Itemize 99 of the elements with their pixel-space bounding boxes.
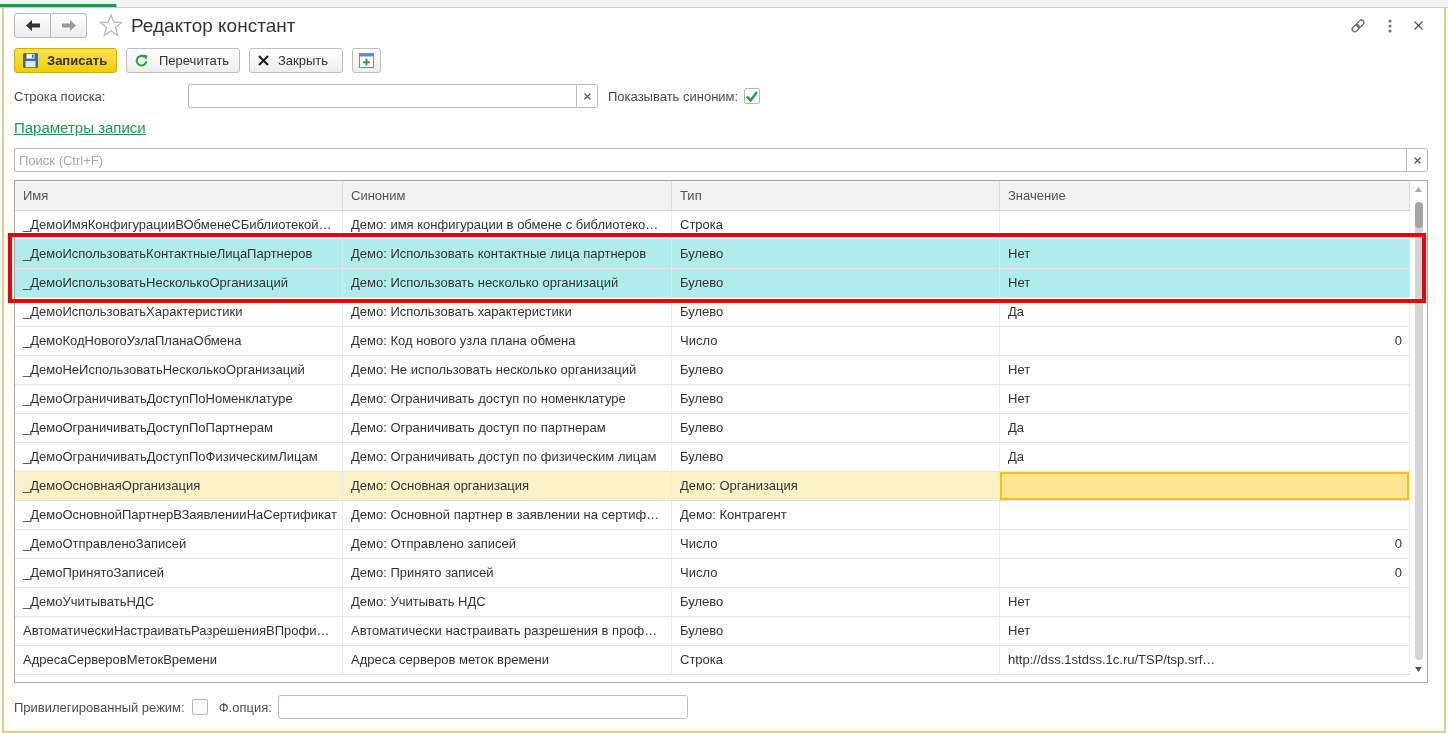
table-cell: Демо: Использовать несколько организаций <box>343 269 672 297</box>
table-cell: Демо: Контрагент <box>672 501 1000 529</box>
table-cell: Число <box>672 327 1000 355</box>
table-row[interactable]: _ДемоИспользоватьНесколькоОрганизаций Демо: Использовать несколько организаций Булево Нет <box>15 269 1410 298</box>
table-cell: _ДемоИспользоватьНесколькоОрганизаций <box>15 269 343 297</box>
table-cell: _ДемоОграничиватьДоступПоПартнерам <box>15 414 343 442</box>
clear-icon <box>1413 156 1421 164</box>
table-cell: Автоматически настраивать разрешения в проф… <box>343 617 672 645</box>
scroll-up-arrow-icon[interactable] <box>1415 187 1422 192</box>
privileged-mode-checkbox[interactable] <box>191 699 208 715</box>
close-button[interactable]: Закрыть <box>249 48 343 73</box>
table-row[interactable]: _ДемоНеИспользоватьНесколькоОрганизаций Демо: Не использовать несколько организаций Булево Нет <box>15 356 1410 385</box>
table-cell: _ДемоОграничиватьДоступПоФизическимЛицам <box>15 443 343 471</box>
functional-option-label: Ф.опция: <box>218 699 272 715</box>
table-row[interactable]: _ДемоИспользоватьКонтактныеЛицаПартнеров Демо: Использовать контактные лица партнеров Булево Нет <box>15 240 1410 269</box>
table-cell: Демо: Основной партнер в заявлении на сертиф… <box>343 501 672 529</box>
table-cell: Булево <box>672 443 1000 471</box>
table-cell: Демо: Ограничивать доступ по физическим лицам <box>343 443 672 471</box>
table-cell: Строка <box>672 646 1000 674</box>
table-row[interactable]: _ДемоОграничиватьДоступПоФизическимЛицам Демо: Ограничивать доступ по физическим лицам Булево Да <box>15 443 1410 472</box>
window-plus-icon <box>359 53 374 68</box>
table-row[interactable]: _ДемоОсновнойПартнерВЗаявленииНаСертификат Демо: Основной партнер в заявлении на сертиф… Демо: Контрагент <box>15 501 1410 530</box>
table-cell: Адреса серверов меток времени <box>343 646 672 674</box>
table-row[interactable]: _ДемоОграничиватьДоступПоПартнерам Демо: Ограничивать доступ по партнерам Булево Да <box>15 414 1410 443</box>
table-cell: _ДемоУчитыватьНДС <box>15 588 343 616</box>
table-cell: _ДемоОсновнаяОрганизация <box>15 472 343 500</box>
table-row[interactable]: _ДемоОтправленоЗаписей Демо: Отправлено записей Число 0 <box>15 530 1410 559</box>
reload-button[interactable]: Перечитать <box>126 48 240 73</box>
table-row[interactable]: _ДемоКодНовогоУзлаПланаОбмена Демо: Код нового узла плана обмена Число 0 <box>15 327 1410 356</box>
table-cell: _ДемоИспользоватьХарактеристики <box>15 298 343 326</box>
table-cell: _ДемоОтправленоЗаписей <box>15 530 343 558</box>
privileged-mode-label: Привилегированный режим: <box>14 699 185 715</box>
save-button[interactable]: Записать <box>14 48 117 73</box>
table-cell: Булево <box>672 617 1000 645</box>
close-icon <box>258 55 269 66</box>
table-cell: _ДемоИспользоватьКонтактныеЛицаПартнеров <box>15 240 343 268</box>
table-cell: Демо: Использовать контактные лица партнеров <box>343 240 672 268</box>
table-cell: Демо: имя конфигурации в обмене с библиотеко… <box>343 211 672 239</box>
table-cell: Булево <box>672 298 1000 326</box>
table-row[interactable]: _ДемоУчитыватьНДС Демо: Учитывать НДС Булево Нет <box>15 588 1410 617</box>
table-cell: Демо: Учитывать НДС <box>343 588 672 616</box>
table-row[interactable]: АдресаСерверовМетокВремени Адреса серверов меток времени Строка http://dss.1stdss.1c.ru/TSP/tsp.srf… <box>15 646 1410 675</box>
table-cell: Демо: Ограничивать доступ по партнерам <box>343 414 672 442</box>
star-icon[interactable] <box>99 14 123 37</box>
refresh-icon <box>135 54 148 67</box>
table-cell: _ДемоИмяКонфигурацииВОбменеСБиблиотекой… <box>15 211 343 239</box>
table-cell: Демо: Основная организация <box>343 472 672 500</box>
table-cell: Булево <box>672 356 1000 384</box>
table-cell: _ДемоНеИспользоватьНесколькоОрганизаций <box>15 356 343 384</box>
tick-icon <box>746 90 759 102</box>
show-synonym-label: Показывать синоним: <box>608 88 739 104</box>
column-header[interactable]: Синоним <box>343 181 672 210</box>
right-arrow-icon <box>61 20 76 31</box>
table-row[interactable]: _ДемоОграничиватьДоступПоНоменклатуре Демо: Ограничивать доступ по номенклатуре Булево Нет <box>15 385 1410 414</box>
scroll-down-arrow-icon[interactable] <box>1415 667 1422 672</box>
table-cell: Число <box>672 559 1000 587</box>
active-cell[interactable] <box>1000 472 1409 500</box>
table-row[interactable]: АвтоматическиНастраиватьРазрешенияВПрофи… Автоматически настраивать разрешения в проф… Булево Нет <box>15 617 1410 646</box>
table-row[interactable]: _ДемоОсновнаяОрганизация Демо: Основная организация Демо: Организация <box>15 472 1410 501</box>
record-parameters-link[interactable]: Параметры записи <box>14 119 146 136</box>
table-cell: _ДемоПринятоЗаписей <box>15 559 343 587</box>
left-arrow-icon <box>25 20 40 31</box>
table-cell: Булево <box>672 385 1000 413</box>
clear-button[interactable] <box>576 84 598 108</box>
table-cell: Демо: Отправлено записей <box>343 530 672 558</box>
table-cell: Булево <box>672 240 1000 268</box>
more-icon[interactable] <box>1388 18 1392 33</box>
window-title: Редактор констант <box>131 14 296 37</box>
column-header[interactable]: Тип <box>672 181 1000 210</box>
table-cell: _ДемоОсновнойПартнерВЗаявленииНаСертификат <box>15 501 343 529</box>
clear-icon <box>583 92 591 100</box>
table-cell: _ДемоКодНовогоУзлаПланаОбмена <box>15 327 343 355</box>
table-search-field[interactable]: Поиск (Ctrl+F) <box>14 148 1406 172</box>
table-cell: АдресаСерверовМетокВремени <box>15 646 343 674</box>
table-cell: Демо: Код нового узла плана обмена <box>343 327 672 355</box>
table-cell: Демо: Не использовать несколько организаций <box>343 356 672 384</box>
search-line-label: Строка поиска: <box>14 88 107 104</box>
table-row[interactable]: _ДемоПринятоЗаписей Демо: Принято записей Число 0 <box>15 559 1410 588</box>
table-cell: Булево <box>672 414 1000 442</box>
table-cell: Демо: Ограничивать доступ по номенклатуре <box>343 385 672 413</box>
link-icon[interactable] <box>1350 17 1366 34</box>
table-cell: Демо: Использовать характеристики <box>343 298 672 326</box>
close-icon[interactable] <box>1414 21 1423 30</box>
new-window-button[interactable] <box>352 48 381 73</box>
table-cell: Число <box>672 530 1000 558</box>
table-cell: Булево <box>672 269 1000 297</box>
clear-button[interactable] <box>1406 148 1428 172</box>
table-cell: Булево <box>672 588 1000 616</box>
table-cell: АвтоматическиНастраиватьРазрешенияВПрофи… <box>15 617 343 645</box>
back-button[interactable] <box>14 13 51 38</box>
column-header[interactable]: Имя <box>15 181 343 210</box>
table-cell: _ДемоОграничиватьДоступПоНоменклатуре <box>15 385 343 413</box>
table-cell: Демо: Принято записей <box>343 559 672 587</box>
show-synonym-checkbox[interactable] <box>744 88 761 104</box>
active-tab-marker[interactable] <box>0 4 117 7</box>
functional-option-field[interactable] <box>277 695 688 719</box>
search-line-field[interactable] <box>188 84 576 108</box>
scrollbar-thumb[interactable] <box>1414 202 1423 660</box>
table-cell: Строка <box>672 211 1000 239</box>
